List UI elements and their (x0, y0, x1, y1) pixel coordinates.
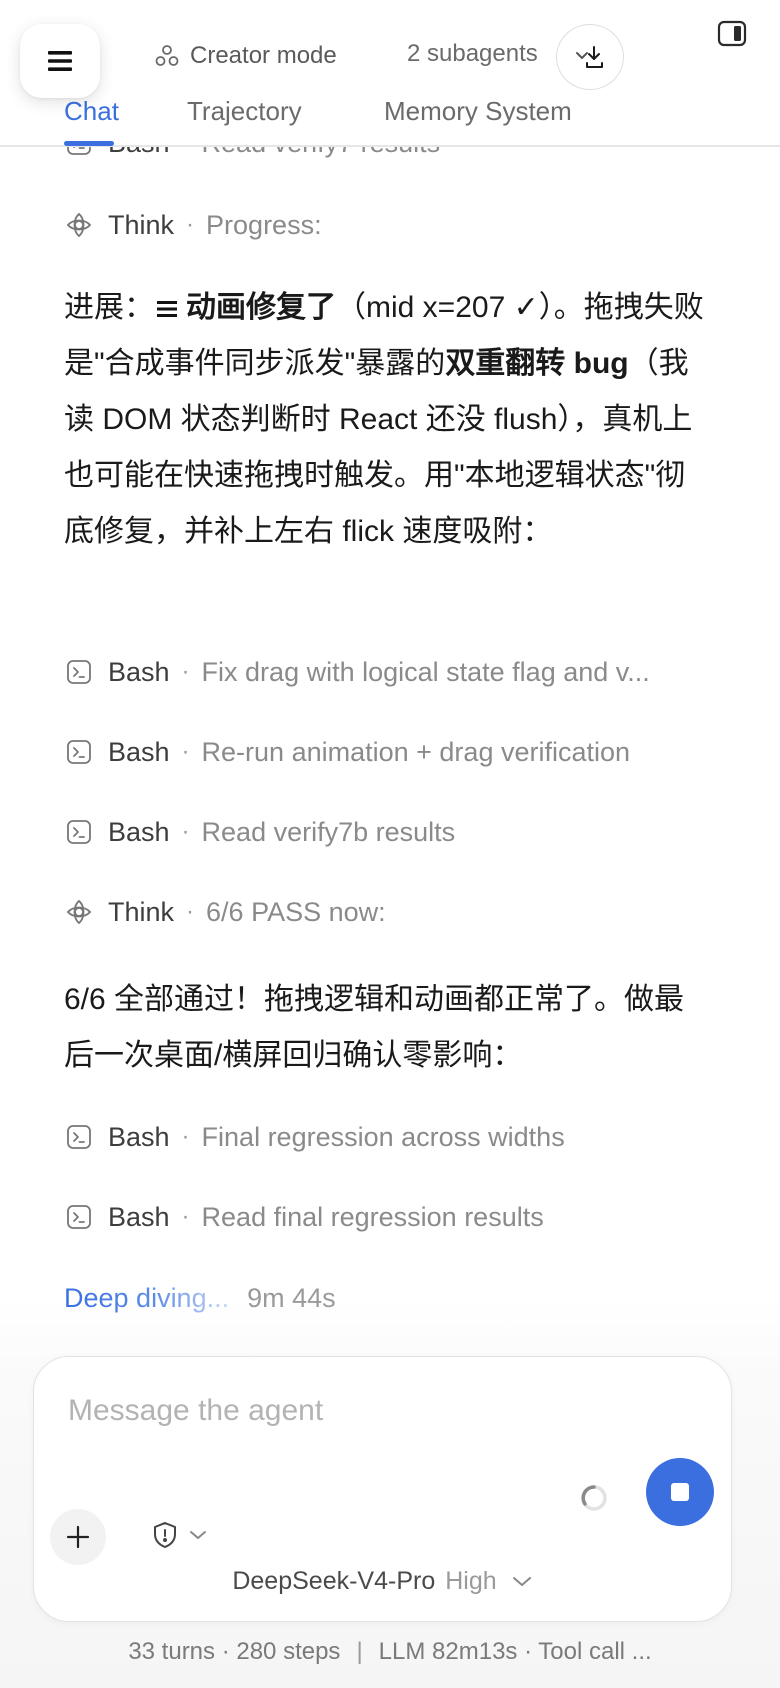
top-bar-divider (0, 145, 780, 147)
tool-name: Think (108, 209, 175, 240)
chevron-down-icon (512, 1576, 531, 1586)
side-panel-toggle[interactable] (717, 20, 747, 53)
model-name: DeepSeek-V4-Pro (232, 1567, 436, 1595)
tool-name: Bash (108, 1121, 170, 1152)
tab-trajectory[interactable]: Trajectory (187, 96, 302, 127)
stats-divider: | (356, 1638, 363, 1665)
terminal-icon (64, 817, 94, 847)
tool-name: Bash (108, 656, 170, 687)
separator: · (181, 1203, 190, 1230)
shield-icon (154, 1521, 176, 1549)
tool-name: Bash (108, 146, 170, 159)
tool-name: Bash (108, 736, 170, 767)
terminal-icon (64, 737, 94, 767)
hamburger-menu-icon (48, 51, 72, 71)
chat-content: Bash · Read verify7 results Think · Prog… (0, 146, 780, 1346)
separator: · (182, 146, 190, 157)
composer: DeepSeek-V4-Pro High (33, 1356, 732, 1622)
tool-description: Final regression across widths (201, 1121, 565, 1152)
permissions-selector[interactable] (152, 1521, 208, 1549)
separator: · (181, 738, 190, 765)
chevron-down-icon (190, 1531, 206, 1539)
tool-call-row[interactable]: Bash · Read verify7 results (64, 146, 440, 163)
status-indicator: Deep diving... 9m 44s (64, 1283, 336, 1314)
message-bold: 动画修复了 (186, 291, 336, 324)
stats-left: 33 turns · 280 steps (128, 1638, 341, 1665)
separator: · (181, 658, 190, 685)
attach-button[interactable] (50, 1509, 106, 1565)
separator: · (181, 1123, 190, 1150)
think-row[interactable]: Think · 6/6 PASS now: (64, 892, 386, 932)
tool-description: Read verify7 results (202, 146, 441, 159)
tool-call-row[interactable]: Bash · Fix drag with logical state flag … (64, 652, 650, 692)
session-stats: 33 turns · 280 steps | LLM 82m13s · Tool c… (0, 1638, 780, 1666)
tool-description: Progress: (206, 209, 322, 240)
think-icon (64, 897, 94, 927)
stop-icon (671, 1483, 689, 1501)
model-selector[interactable]: DeepSeek-V4-Pro High (34, 1567, 731, 1596)
tool-description: Re-run animation + drag verification (201, 736, 631, 767)
tool-description: Fix drag with logical state flag and v..… (201, 656, 650, 687)
active-tab-indicator (64, 141, 114, 146)
think-icon (64, 210, 94, 240)
tab-chat[interactable]: Chat (64, 96, 119, 127)
separator: · (181, 818, 190, 845)
mode-selector[interactable]: Creator mode (154, 38, 337, 74)
tool-call-row[interactable]: Bash · Read final regression results (64, 1197, 544, 1237)
tool-name: Bash (108, 816, 170, 847)
terminal-icon (64, 1122, 94, 1152)
tool-name: Think (108, 896, 175, 927)
download-icon (576, 46, 603, 68)
subagents-count[interactable]: 2 subagents (407, 40, 538, 68)
tool-call-row[interactable]: Bash · Read verify7b results (64, 812, 455, 852)
assistant-message: 进展： 动画修复了（mid x=207 ✓）。拖拽失败是"合成事件同步派发"暴露的… (64, 280, 704, 560)
tool-description: 6/6 PASS now: (206, 896, 386, 927)
elapsed-time: 9m 44s (247, 1283, 336, 1313)
creator-mode-icon (155, 45, 179, 66)
separator: · (186, 898, 195, 925)
terminal-icon (64, 146, 94, 158)
list-icon (157, 301, 177, 317)
stop-button[interactable] (646, 1458, 714, 1526)
tool-call-row[interactable]: Bash · Re-run animation + drag verificat… (64, 732, 630, 772)
tool-description: Read final regression results (201, 1201, 544, 1232)
terminal-icon (64, 1202, 94, 1232)
think-row[interactable]: Think · Progress: (64, 205, 322, 245)
download-button[interactable] (556, 24, 624, 90)
tool-name: Bash (108, 1201, 170, 1232)
plus-icon (66, 1525, 90, 1549)
message-bold: 双重翻转 bug (445, 347, 629, 380)
terminal-icon (64, 657, 94, 687)
loading-spinner-icon (579, 1483, 609, 1518)
stats-right: LLM 82m13s · Tool call ... (378, 1638, 652, 1665)
message-input[interactable] (66, 1385, 670, 1437)
model-level: High (445, 1567, 497, 1595)
tool-call-row[interactable]: Bash · Final regression across widths (64, 1117, 565, 1157)
mode-label: Creator mode (190, 42, 337, 69)
message-text: 进展： (64, 291, 154, 324)
tool-description: Read verify7b results (201, 816, 456, 847)
menu-button[interactable] (20, 24, 100, 98)
separator: · (186, 211, 195, 238)
side-panel-icon (717, 20, 747, 47)
status-label: Deep diving... (64, 1283, 230, 1313)
assistant-message: 6/6 全部通过！拖拽逻辑和动画都正常了。做最后一次桌面/横屏回归确认零影响： (64, 983, 685, 1072)
tab-memory-system[interactable]: Memory System (384, 96, 572, 127)
